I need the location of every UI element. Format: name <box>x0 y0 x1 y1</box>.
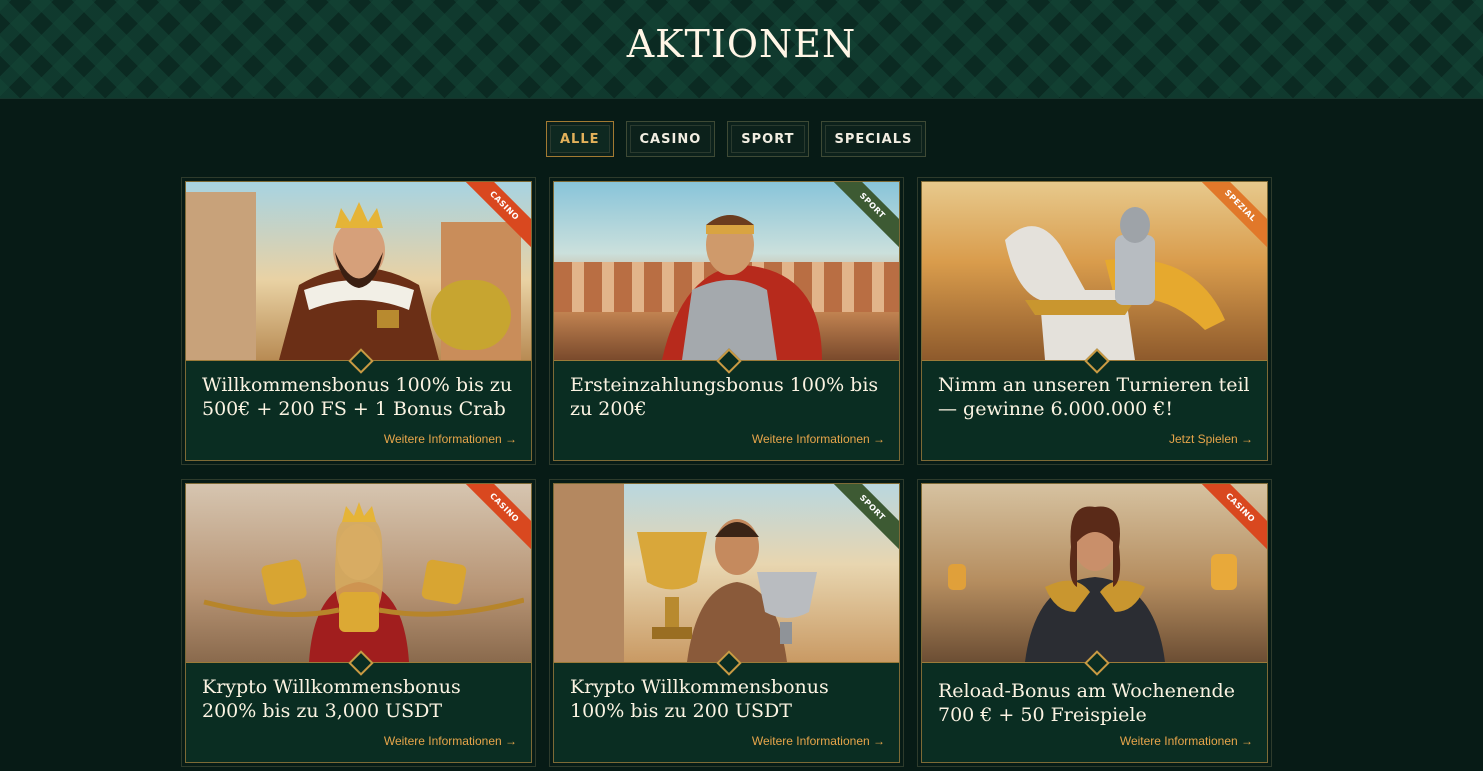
more-info-link[interactable]: Weitere Informationen → <box>384 734 517 748</box>
filter-tab-alle[interactable]: ALLE <box>546 121 614 157</box>
promo-title: Nimm an unseren Turnieren teil — gewinne… <box>938 374 1250 420</box>
more-info-link[interactable]: Weitere Informationen → <box>752 432 885 446</box>
promo-card-reload-bonus[interactable]: CASINO Reload-Bonus am Wochenende 700 € … <box>921 483 1268 763</box>
promo-card-body: Krypto Willkommensbonus 200% bis zu 3,00… <box>186 662 531 762</box>
more-info-link[interactable]: Weitere Informationen → <box>1120 734 1253 748</box>
more-info-link[interactable]: Weitere Informationen → <box>752 734 885 748</box>
more-info-link[interactable]: Weitere Informationen → <box>384 432 517 446</box>
promo-card-body: Reload-Bonus am Wochenende 700 € + 50 Fr… <box>922 662 1267 762</box>
hero-banner: AKTIONEN <box>0 0 1483 99</box>
queen-figure <box>202 502 524 662</box>
play-now-link[interactable]: Jetzt Spielen → <box>1169 432 1253 446</box>
page-title: AKTIONEN <box>626 22 857 66</box>
promo-card-crypto-welcome[interactable]: CASINO Krypto Willkommensbonus 200% bis … <box>185 483 532 763</box>
trophy-figure <box>636 519 817 662</box>
promo-card-body: Krypto Willkommensbonus 100% bis zu 200 … <box>554 662 899 762</box>
promo-image-trophy <box>554 484 899 662</box>
promo-title: Ersteinzahlungsbonus 100% bis zu 200€ <box>570 374 879 420</box>
promo-title: Willkommensbonus 100% bis zu 500€ + 200 … <box>202 374 513 420</box>
promo-image-gladiator <box>554 182 899 360</box>
gladiator-figure <box>661 215 822 360</box>
promo-card-body: Willkommensbonus 100% bis zu 500€ + 200 … <box>186 360 531 460</box>
promo-title: Krypto Willkommensbonus 200% bis zu 3,00… <box>202 676 461 722</box>
filter-tabs: ALLE CASINO SPORT SPECIALS <box>546 121 927 157</box>
king-figure <box>278 202 439 360</box>
promo-image-knight <box>922 182 1267 360</box>
rogue-figure <box>1024 506 1165 662</box>
filter-tab-specials[interactable]: SPECIALS <box>820 121 927 157</box>
promo-title: Krypto Willkommensbonus 100% bis zu 200 … <box>570 676 829 722</box>
promo-image-rogue <box>922 484 1267 662</box>
promo-card-tournaments[interactable]: SPEZIAL Nimm an unseren Turnieren teil —… <box>921 181 1268 461</box>
promo-card-crypto-sport[interactable]: SPORT Krypto Willkommensbonus 100% bis z… <box>553 483 900 763</box>
promo-image-king <box>186 182 531 360</box>
filter-tab-casino[interactable]: CASINO <box>625 121 716 157</box>
promo-image-queen <box>186 484 531 662</box>
promo-card-first-deposit[interactable]: SPORT Ersteinzahlungsbonus 100% bis zu 2… <box>553 181 900 461</box>
promo-card-body: Nimm an unseren Turnieren teil — gewinne… <box>922 360 1267 460</box>
promo-title: Reload-Bonus am Wochenende 700 € + 50 Fr… <box>938 680 1235 726</box>
promo-card-welcome-bonus[interactable]: CASINO Willkommensbonus 100% bis zu 500€… <box>185 181 532 461</box>
knight-figure <box>1004 207 1225 360</box>
promo-card-body: Ersteinzahlungsbonus 100% bis zu 200€ We… <box>554 360 899 460</box>
filter-tab-sport[interactable]: SPORT <box>727 121 809 157</box>
